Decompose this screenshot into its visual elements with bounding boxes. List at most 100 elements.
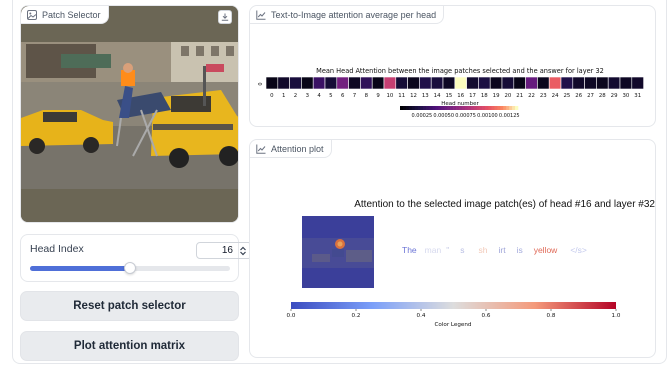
heatmap-cell: [454, 76, 467, 90]
plot-attention-matrix-button[interactable]: Plot attention matrix: [20, 331, 239, 361]
image-icon: [27, 9, 37, 20]
heatmap-cell: [572, 76, 585, 90]
heatmap-xtick: 6: [341, 93, 345, 99]
head-index-value: 16: [221, 245, 233, 256]
colorbar-tick-label: 1.0: [612, 313, 621, 319]
heatmap-xtick: 1: [282, 93, 285, 99]
heatmap-cell: [513, 76, 526, 90]
heatmap-cell: [430, 76, 444, 90]
colorbar-tick: 0.00025: [412, 113, 433, 119]
heatmap-cell: [371, 76, 385, 90]
heatmap-cell: [584, 76, 597, 90]
heatmap-cell: [407, 76, 420, 90]
heatmap-cell: [265, 76, 279, 90]
colorbar-segment: [500, 106, 504, 110]
colorbar-segment: [414, 106, 418, 110]
head-index-label: Head Index: [30, 243, 84, 255]
heatmap-cell: [312, 76, 326, 90]
colorbar-segment: [438, 106, 442, 110]
token-0: The: [402, 245, 417, 255]
heatmap-xtick: 0: [270, 93, 274, 99]
patch-selector-label: Patch Selector: [42, 9, 101, 20]
heatmap-xtick: 15: [445, 93, 452, 99]
street-image[interactable]: [21, 6, 239, 223]
patch-selector-panel[interactable]: Patch Selector: [20, 5, 239, 223]
heatmap-xtick: 2: [294, 93, 297, 99]
heatmap-xtick: 5: [329, 93, 332, 99]
head-index-slider[interactable]: [30, 262, 230, 274]
heatmap-xtick: 21: [516, 93, 523, 99]
heatmap-cell: [525, 76, 538, 90]
heatmap-chart: Mean Head Attention between the image pa…: [258, 67, 644, 119]
token-8: </s>: [570, 245, 587, 255]
colorbar-segment: [453, 106, 457, 110]
patch-selector-tag: Patch Selector: [21, 6, 109, 24]
heatmap-cell: [560, 76, 574, 90]
colorbar-segment: [420, 106, 424, 110]
colorbar-tick-label: 0.6: [482, 313, 491, 319]
colorbar-tick-label: 0.4: [417, 313, 426, 319]
colorbar-segment: [488, 106, 492, 110]
colorbar-segment: [464, 106, 469, 110]
coolwarm-gradient-bar: [291, 302, 616, 309]
heatmap-xtick: 18: [481, 93, 488, 99]
heatmap-xtick: 16: [457, 93, 464, 99]
colorbar-tick-label: 0.8: [547, 313, 556, 319]
colorbar-segment: [459, 106, 463, 110]
reset-patch-selector-button[interactable]: Reset patch selector: [20, 291, 239, 321]
token-4: sh: [478, 245, 488, 255]
heatmap-xtick: 25: [563, 93, 570, 99]
colorbar-segment: [400, 106, 404, 110]
colorbar-tick-label: 0.2: [352, 313, 361, 319]
chart-icon: [256, 144, 266, 154]
heatmap-title: Mean Head Attention between the image pa…: [316, 67, 604, 75]
download-icon: [221, 13, 229, 21]
heatmap-cell: [336, 76, 349, 90]
heatmap-xtick: 3: [306, 93, 309, 99]
download-button[interactable]: [218, 10, 232, 24]
colorbar-segment: [426, 106, 430, 110]
heatmap-cell: [289, 76, 302, 90]
heatmap-cell: [419, 76, 432, 90]
token-7: yellow: [533, 245, 558, 255]
heatmap-cell: [277, 76, 290, 90]
heatmap-panel: Text-to-Image attention average per head…: [249, 5, 656, 127]
attention-plot-label: Attention plot: [271, 143, 324, 154]
heatmap-cell: [442, 76, 456, 90]
head-index-number-input[interactable]: 16: [196, 242, 252, 259]
colorbar-segment: [506, 106, 510, 110]
attention-plot-tag: Attention plot: [250, 140, 332, 158]
colorbar-segment: [476, 106, 480, 110]
stepper-icon[interactable]: [239, 246, 247, 256]
colorbar-segment: [450, 106, 454, 110]
heatmap-cell: [548, 76, 562, 90]
colorbar-segment: [485, 106, 489, 110]
colorbar-segment: [497, 106, 501, 110]
heatmap-xtick: 24: [552, 93, 559, 99]
colorbar-segment: [467, 106, 472, 110]
heatmap-cell: [324, 76, 338, 90]
colorbar-segment: [479, 106, 483, 110]
colorbar-segment: [482, 106, 486, 110]
heatmap-xtick: 26: [575, 93, 582, 99]
attention-colorbar: 0.0 0.2 0.4 0.6 0.8 1.0 Color Legend: [287, 302, 621, 328]
heatmap-xtick: 27: [587, 93, 594, 99]
colorbar-tick: 0.00075: [455, 113, 476, 119]
heatmap-cell: [466, 76, 479, 90]
heatmap-cell: [537, 76, 550, 90]
colorbar-segment: [494, 106, 498, 110]
colorbar-segment: [411, 106, 416, 110]
slider-thumb[interactable]: [124, 262, 136, 274]
heatmap-cell: [619, 76, 633, 90]
colorbar-segment: [435, 106, 439, 110]
token-3: s: [460, 245, 465, 255]
colorbar-segment: [461, 106, 466, 110]
colorbar-segment: [509, 106, 513, 110]
heatmap-cell: [360, 76, 373, 90]
heatmap-xtick: 28: [599, 93, 606, 99]
token-5: irt: [498, 245, 506, 255]
heatmap-cell: [301, 76, 314, 90]
colorbar-segment: [444, 106, 448, 110]
colorbar-tick: 0.00050: [433, 113, 454, 119]
heatmap-xtick: 17: [469, 93, 476, 99]
